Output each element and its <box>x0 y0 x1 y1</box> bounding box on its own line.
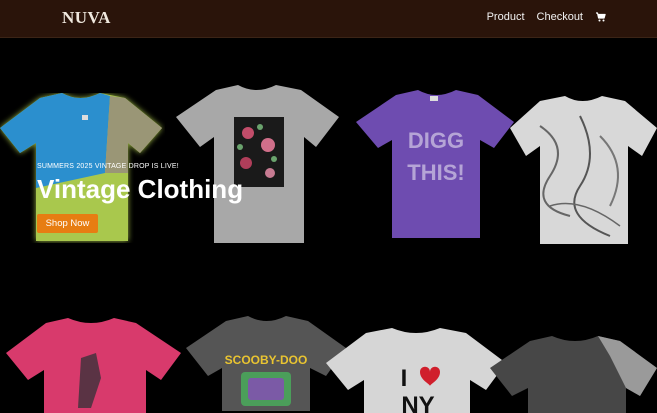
scooby-print: SCOOBY-DOO <box>225 353 308 367</box>
hero-copy: SUMMERS 2025 VINTAGE DROP IS LIVE! Vinta… <box>37 163 337 204</box>
hero-eyebrow: SUMMERS 2025 VINTAGE DROP IS LIVE! <box>37 163 179 170</box>
shop-now-button[interactable]: Shop Now <box>37 214 98 233</box>
brand-logo[interactable]: NUVA <box>62 8 111 28</box>
nav-link-product[interactable]: Product <box>487 11 525 23</box>
ny-print-i: I <box>401 365 408 392</box>
digg-print-line2: THIS! <box>407 160 464 185</box>
digg-print-line1: DIGG <box>408 128 464 153</box>
top-navbar: NUVA Product Checkout <box>0 0 657 38</box>
tshirt-purple-digg-image: DIGG THIS! <box>356 90 514 238</box>
nav-link-checkout[interactable]: Checkout <box>537 11 583 23</box>
nav-links: Product Checkout <box>487 11 607 23</box>
hero-banner: DIGG THIS! SCOOBY-DOO I NY SUMMERS 2025 … <box>0 38 657 413</box>
ny-print-ny: NY <box>401 392 434 413</box>
tshirt-pink-image <box>6 318 181 413</box>
hero-headline: Vintage Clothing <box>37 174 244 204</box>
tshirt-white-marble-image <box>510 96 657 244</box>
tshirt-scooby-doo-image: SCOOBY-DOO <box>186 316 346 411</box>
tshirt-i-love-ny-image: I NY <box>326 328 506 413</box>
cart-icon[interactable] <box>595 11 607 23</box>
tshirt-grey-raglan-image <box>490 336 657 413</box>
